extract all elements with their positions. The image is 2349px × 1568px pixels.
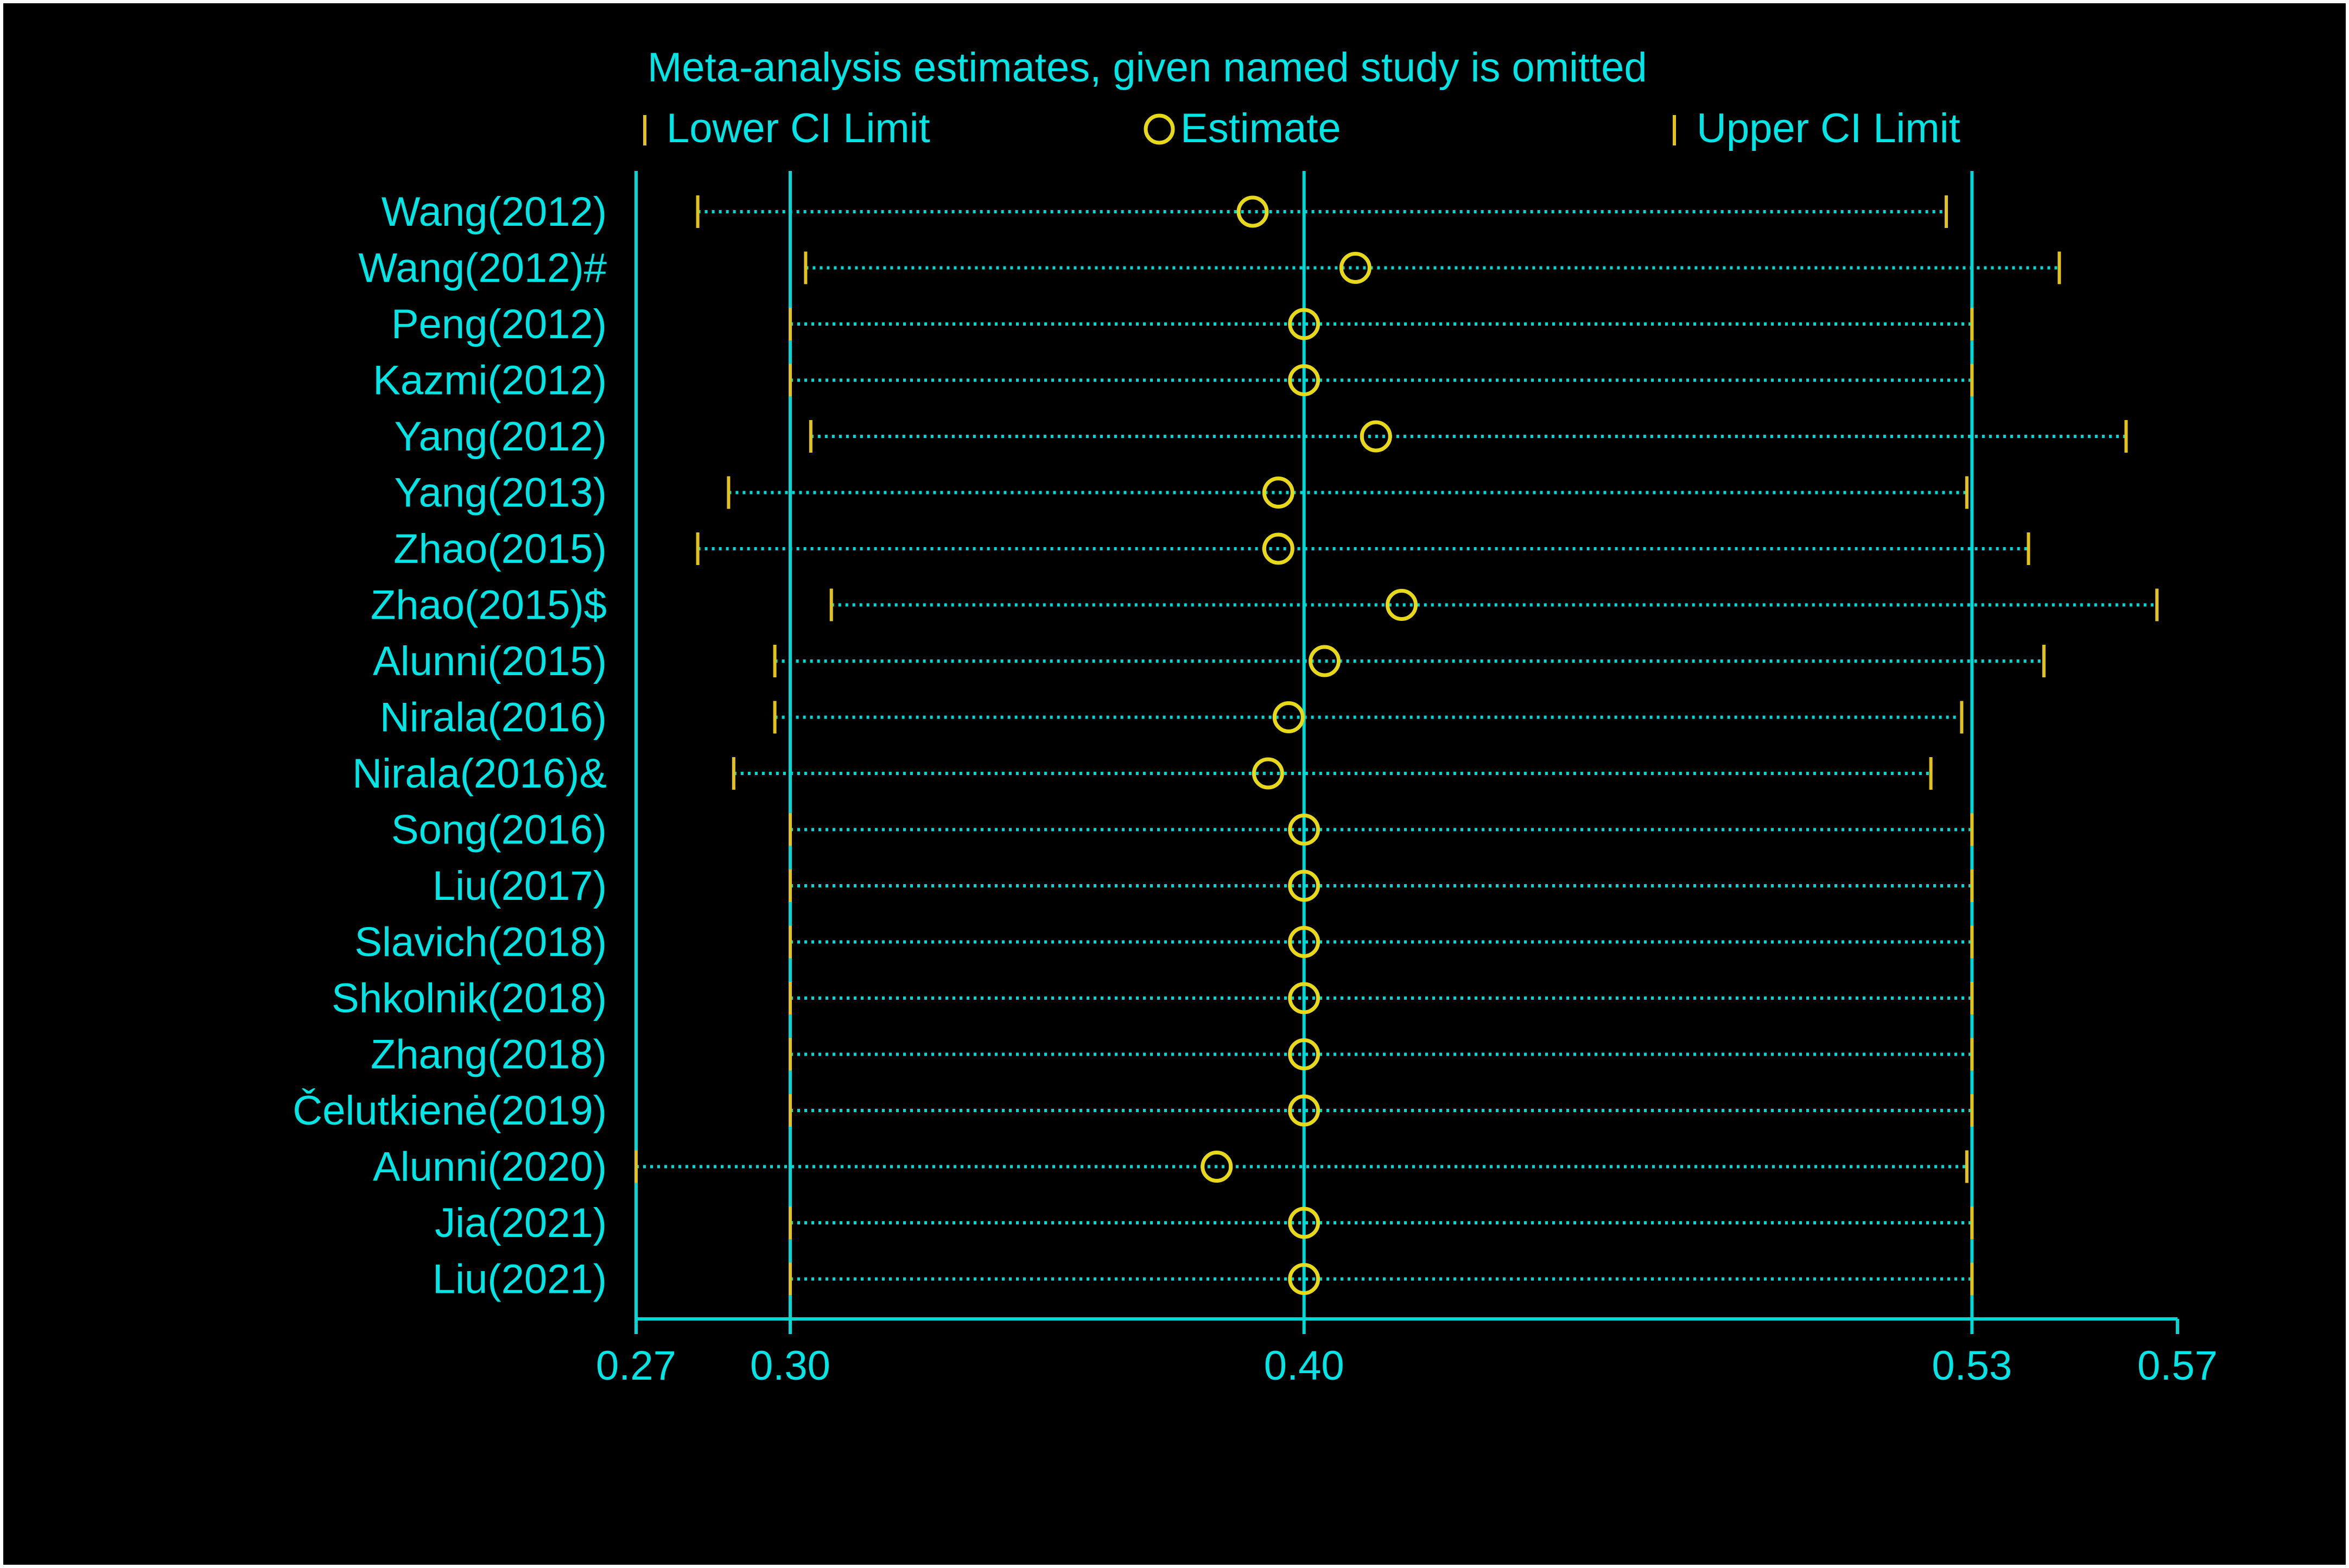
study-label: Wang(2012) <box>382 189 607 235</box>
study-label: Alunni(2020) <box>373 1144 607 1190</box>
study-row: Shkolnik(2018) <box>332 975 1974 1021</box>
study-row: Alunni(2020) <box>373 1144 1969 1190</box>
x-tick-label: 0.40 <box>1264 1343 1344 1389</box>
study-label: Peng(2012) <box>391 301 607 347</box>
study-label: Liu(2017) <box>433 863 607 909</box>
study-label: Zhang(2018) <box>371 1032 607 1078</box>
x-tick-label: 0.57 <box>2137 1343 2218 1389</box>
study-row: Jia(2021) <box>435 1200 1974 1246</box>
study-label: Song(2016) <box>391 807 607 853</box>
study-row: Slavich(2018) <box>354 919 1974 966</box>
study-label: Kazmi(2012) <box>373 358 607 404</box>
study-row: Čelutkienė(2019) <box>293 1088 1974 1134</box>
study-row: Yang(2012) <box>394 414 2128 460</box>
study-row: Nirala(2016) <box>380 695 1964 741</box>
study-row: Alunni(2015) <box>373 638 2046 684</box>
study-label: Yang(2012) <box>394 414 607 460</box>
study-label: Zhao(2015) <box>393 526 607 572</box>
study-row: Liu(2017) <box>433 863 1974 909</box>
study-label: Wang(2012)# <box>358 245 607 291</box>
chart-title: Meta-analysis estimates, given named stu… <box>647 45 1647 91</box>
study-label: Čelutkienė(2019) <box>293 1088 607 1134</box>
x-tick-label: 0.30 <box>750 1343 830 1389</box>
study-row: Kazmi(2012) <box>373 358 1974 404</box>
study-label: Jia(2021) <box>435 1200 607 1246</box>
study-label: Zhao(2015)$ <box>371 582 607 629</box>
study-row: Peng(2012) <box>391 301 1974 347</box>
study-row: Wang(2012) <box>382 189 1948 235</box>
study-row: Zhang(2018) <box>371 1032 1974 1078</box>
forest-plot: Meta-analysis estimates, given named stu… <box>293 45 2218 1389</box>
study-row: Nirala(2016)& <box>352 751 1933 797</box>
x-tick-label: 0.27 <box>596 1343 676 1389</box>
legend-estimate-label: Estimate <box>1180 105 1341 151</box>
study-row: Wang(2012)# <box>358 245 2061 291</box>
study-label: Slavich(2018) <box>354 919 607 966</box>
study-label: Nirala(2016) <box>380 695 607 741</box>
study-label: Alunni(2015) <box>373 638 607 684</box>
study-row: Zhao(2015)$ <box>371 582 2159 629</box>
study-label: Liu(2021) <box>433 1256 607 1303</box>
study-label: Shkolnik(2018) <box>332 975 607 1021</box>
legend: Lower CI Limit Estimate Upper CI Limit <box>643 105 1960 151</box>
legend-lower-ci-label: Lower CI Limit <box>666 105 930 151</box>
study-row: Song(2016) <box>391 807 1974 853</box>
study-label: Yang(2013) <box>394 470 607 516</box>
study-row: Yang(2013) <box>394 470 1969 516</box>
legend-estimate-icon <box>1144 113 1175 145</box>
study-label: Nirala(2016)& <box>352 751 607 797</box>
legend-upper-ci-label: Upper CI Limit <box>1697 105 1960 151</box>
x-tick-label: 0.53 <box>1932 1343 2012 1389</box>
study-row: Liu(2021) <box>433 1256 1974 1303</box>
study-row: Zhao(2015) <box>393 526 2030 572</box>
